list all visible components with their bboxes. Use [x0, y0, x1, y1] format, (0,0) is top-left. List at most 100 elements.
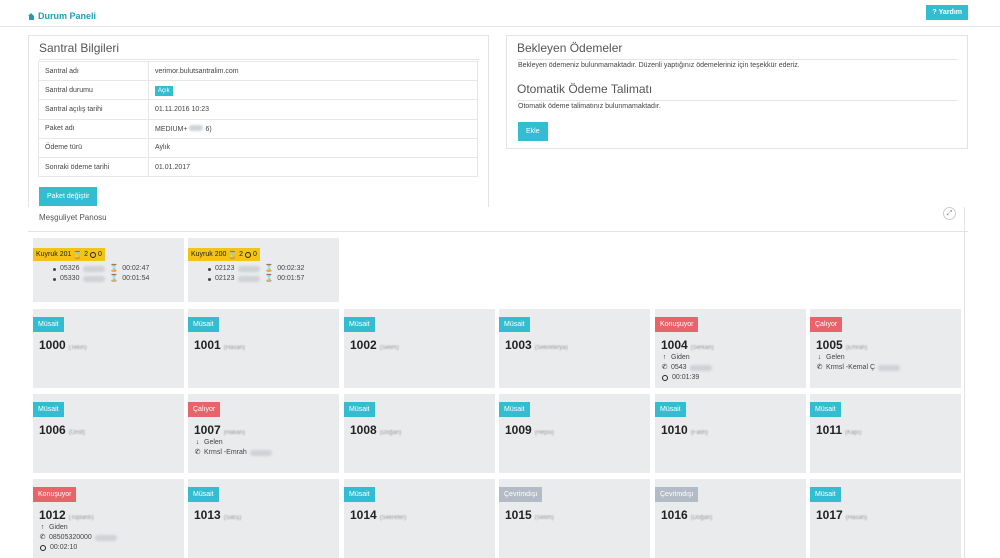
info-value-text: MEDIUM+	[155, 125, 188, 133]
extension-card[interactable]: Müsait 1009 (Hepsi)	[499, 394, 650, 473]
list-item: 05326 ⌛ 00:02:47	[53, 264, 149, 274]
extension-number-text: 1016	[661, 508, 688, 522]
redacted-text	[83, 276, 106, 282]
extension-card[interactable]: Müsait 1013 (Satış)	[188, 479, 339, 558]
status-badge: Müsait	[33, 317, 64, 332]
extension-number-text: 1015	[505, 508, 532, 522]
extension-card[interactable]: Konuşuyor 1012 (Toplantı) ↑ Giden ✆ 0850532000…	[33, 479, 184, 558]
extension-number: 1006 (Ümit)	[39, 423, 85, 437]
phone-icon: ✆	[39, 534, 46, 541]
call-duration: 00:02:10	[39, 543, 117, 553]
extension-number: 1017 (Hasan)	[816, 508, 867, 522]
info-key: Santral açılış tarihi	[38, 99, 149, 120]
list-item: 02123 ⌛ 00:01:57	[208, 274, 304, 284]
call-peer: ✆ 0543	[661, 363, 712, 373]
extension-user-name: (Sekreterya)	[534, 345, 568, 351]
extension-card[interactable]: Müsait 1006 (Ümit)	[33, 394, 184, 473]
call-peer-text: Krmsl -Kemal Ç	[826, 364, 876, 371]
arrow-up-icon: ↑	[40, 524, 45, 531]
status-badge: Çevrimdışı	[499, 487, 543, 502]
extension-card[interactable]: Müsait 1008 (Doğan)	[344, 394, 495, 473]
extension-user-name: (Emrah)	[845, 345, 868, 351]
info-value-text: 01.01.2017	[155, 163, 191, 171]
queue-call-list: 02123 ⌛ 00:02:32 02123 ⌛ 00:01:57	[208, 264, 304, 284]
queue-tag: Kuyruk 201 ⌛ 2 0	[33, 248, 105, 261]
pending-payments-text: Bekleyen ödemeniz bulunmamaktadır. Düzen…	[518, 62, 800, 69]
redacted-text	[94, 535, 117, 541]
santral-info-title: Santral Bilgileri	[39, 41, 479, 60]
queue-card[interactable]: Kuyruk 201 ⌛ 2 0 05326 ⌛ 00:02:47 05330 ⌛ 00:01:5…	[33, 238, 184, 302]
extension-number: 1012 (Toplantı)	[39, 508, 94, 522]
info-key: Sonraki ödeme tarihi	[38, 156, 149, 178]
add-auto-payment-button[interactable]: Ekle	[518, 122, 548, 141]
extension-number-text: 1003	[505, 338, 532, 352]
phone-icon: ✆	[194, 449, 201, 456]
info-row: Santral adı verimor.bulutsantralim.com	[38, 60, 478, 82]
redacted-text	[238, 266, 261, 272]
extension-card[interactable]: Müsait 1010 (Fatih)	[655, 394, 806, 473]
extension-number-text: 1002	[350, 338, 377, 352]
info-key: Santral adı	[38, 60, 149, 82]
extension-number-text: 1005	[816, 338, 843, 352]
extension-number: 1008 (Doğan)	[350, 423, 401, 437]
status-badge: Açık	[155, 85, 173, 96]
extension-number: 1013 (Satış)	[194, 508, 241, 522]
extension-number: 1002 (Selim)	[350, 338, 399, 352]
extension-card[interactable]: Müsait 1001 (Hasan)	[188, 309, 339, 388]
extension-card[interactable]: Müsait 1000 (Tekin)	[33, 309, 184, 388]
question-icon: ?	[932, 9, 937, 16]
extension-number-text: 1010	[661, 423, 688, 437]
extension-number-text: 1009	[505, 423, 532, 437]
queue-waiting: 2	[84, 251, 89, 258]
call-direction: ↓ Gelen	[194, 438, 272, 448]
extension-number-text: 1004	[661, 338, 688, 352]
caller-number: 02123	[215, 275, 235, 282]
payments-panel: Bekleyen Ödemeler Bekleyen ödemeniz bulu…	[506, 35, 968, 149]
call-direction-text: Gelen	[826, 354, 845, 361]
extension-card[interactable]: Müsait 1011 (Kapı)	[810, 394, 961, 473]
extension-card[interactable]: Çalıyor 1007 (Hakan) ↓ Gelen ✆ Krmsl -Emrah	[188, 394, 339, 473]
status-badge: Müsait	[499, 402, 530, 417]
info-row: Sonraki ödeme tarihi 01.01.2017	[38, 156, 478, 178]
queue-name: Kuyruk 201	[36, 251, 72, 258]
extension-number: 1000 (Tekin)	[39, 338, 87, 352]
info-key: Ödeme türü	[38, 137, 149, 158]
status-badge: Konuşuyor	[655, 317, 699, 332]
extension-card[interactable]: Müsait 1002 (Selim)	[344, 309, 495, 388]
expand-icon[interactable]: ⤢	[943, 207, 956, 220]
help-button[interactable]: ? Yardım	[926, 5, 968, 20]
info-value-text: Aylık	[155, 144, 171, 152]
change-package-button[interactable]: Paket değiştir	[39, 187, 98, 206]
info-row: Paket adı MEDIUM+ 6)	[38, 118, 478, 139]
call-direction: ↑ Giden	[39, 523, 117, 533]
auto-payment-title: Otomatik Ödeme Talimatı	[517, 82, 957, 101]
extension-number: 1011 (Kapı)	[816, 423, 861, 437]
extension-card[interactable]: Müsait 1003 (Sekreterya)	[499, 309, 650, 388]
divider	[964, 207, 965, 558]
call-peer: ✆ Krmsl -Kemal Ç	[816, 363, 901, 373]
redacted-text	[83, 266, 106, 272]
info-value: 01.01.2017	[148, 156, 478, 178]
list-item: 02123 ⌛ 00:02:32	[208, 264, 304, 274]
extension-card[interactable]: Konuşuyor 1004 (Serkan) ↑ Giden ✆ 0543 00:01:39	[655, 309, 806, 388]
hourglass-icon: ⌛	[228, 251, 238, 259]
extension-card[interactable]: Çevrimdışı 1015 (Selim)	[499, 479, 650, 558]
queue-name: Kuyruk 200	[191, 251, 227, 258]
info-value: 01.11.2016 10:23	[148, 99, 478, 120]
hourglass-icon: ⌛	[264, 275, 274, 282]
info-value: MEDIUM+ 6)	[148, 118, 478, 139]
info-value-suffix: 6)	[205, 125, 212, 133]
extension-card[interactable]: Çevrimdışı 1016 (Doğan)	[655, 479, 806, 558]
status-badge: Müsait	[655, 402, 686, 417]
phone-icon: ✆	[816, 364, 823, 371]
extension-number-text: 1000	[39, 338, 66, 352]
extension-card[interactable]: Müsait 1014 (Sekreter)	[344, 479, 495, 558]
queue-card[interactable]: Kuyruk 200 ⌛ 2 0 02123 ⌛ 00:02:32 02123 ⌛ 00:01:5…	[188, 238, 339, 302]
info-value-text: 01.11.2016 10:23	[155, 105, 209, 113]
extension-user-name: (Hepsi)	[534, 430, 555, 436]
extension-card[interactable]: Müsait 1017 (Hasan)	[810, 479, 961, 558]
extension-card[interactable]: Çalıyor 1005 (Emrah) ↓ Gelen ✆ Krmsl -Kemal Ç	[810, 309, 961, 388]
extension-number: 1014 (Sekreter)	[350, 508, 406, 522]
status-badge: Müsait	[344, 487, 375, 502]
wait-time: 00:02:32	[277, 265, 305, 272]
